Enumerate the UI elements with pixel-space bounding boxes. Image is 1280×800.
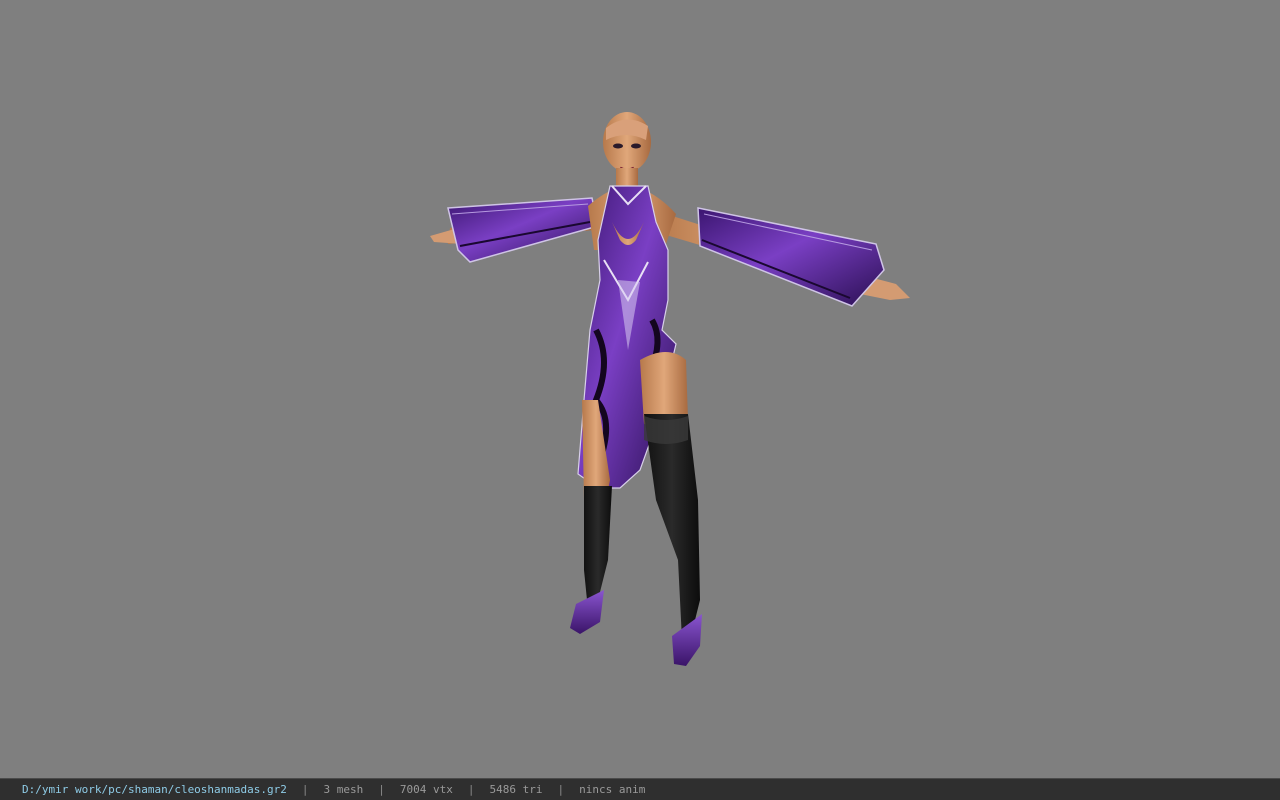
vertex-count-label: 7004 vtx [399,783,453,796]
animation-label: nincs anim [579,783,646,796]
status-separator: | [301,783,309,796]
triangle-count-label: 5486 tri [489,783,543,796]
mesh-count-label: 3 mesh [323,783,364,796]
status-separator: | [378,783,385,796]
character-model-icon [430,112,910,666]
file-path-label: D:/ymir work/pc/shaman/cleoshanmadas.gr2 [22,783,287,796]
status-separator: | [557,783,565,796]
model-viewport[interactable] [0,0,1280,778]
status-separator: | [467,783,475,796]
status-bar: D:/ymir work/pc/shaman/cleoshanmadas.gr2… [0,778,1280,800]
